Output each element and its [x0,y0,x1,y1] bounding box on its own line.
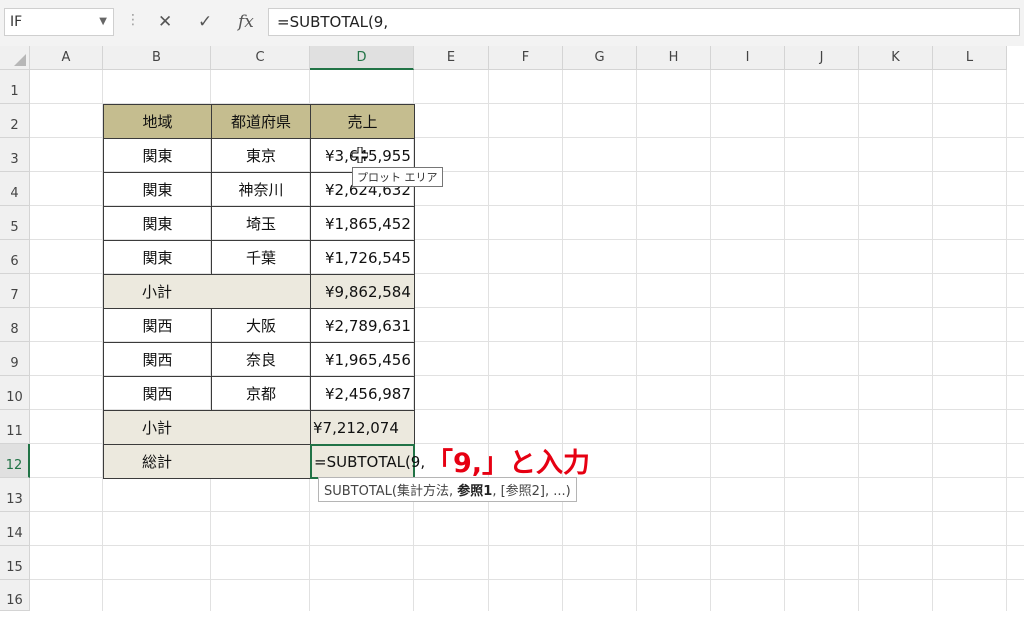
table-header-2[interactable]: 都道府県 [211,104,311,139]
column-header-j[interactable]: J [785,46,859,70]
formula-buttons: ✕ ✓ fx [146,8,264,36]
row-header-6[interactable]: 6 [0,240,30,274]
table-header-3[interactable]: 売上 [310,104,415,139]
prefecture-cell[interactable]: 大阪 [211,308,311,343]
region-cell[interactable]: 関東 [103,138,212,173]
sales-cell[interactable]: ¥1,865,452 [310,206,415,241]
region-cell[interactable]: 関西 [103,342,212,377]
subtotal-label[interactable]: 小計 [103,274,311,309]
hint-prefix: SUBTOTAL(集計方法, [324,484,458,499]
column-header-h[interactable]: H [637,46,711,70]
insert-function-icon[interactable]: fx [238,8,254,36]
row-header-10[interactable]: 10 [0,376,30,410]
sales-cell[interactable]: ¥2,456,987 [310,376,415,411]
grid-row-line [30,511,1024,512]
column-header-e[interactable]: E [414,46,489,70]
row-header-12[interactable]: 12 [0,444,30,478]
prefecture-cell[interactable]: 奈良 [211,342,311,377]
subtotal-label[interactable]: 総計 [103,444,311,479]
chart-element-tooltip: プロット エリア [352,167,443,187]
row-header-5[interactable]: 5 [0,206,30,240]
function-argument-hint[interactable]: SUBTOTAL(集計方法, 参照1, [参照2], ...) [318,477,577,502]
name-box[interactable]: IF ▼ [4,8,114,36]
region-cell[interactable]: 関西 [103,308,212,343]
column-header-l[interactable]: L [933,46,1007,70]
prefecture-cell[interactable]: 埼玉 [211,206,311,241]
row-header-2[interactable]: 2 [0,104,30,138]
table-header-1[interactable]: 地域 [103,104,212,139]
prefecture-cell[interactable]: 千葉 [211,240,311,275]
row-header-16[interactable]: 16 [0,580,30,611]
grid-row-line [30,579,1024,580]
column-header-c[interactable]: C [211,46,310,70]
column-header-k[interactable]: K [859,46,933,70]
column-header-a[interactable]: A [30,46,103,70]
column-header-b[interactable]: B [103,46,211,70]
row-header-15[interactable]: 15 [0,546,30,580]
column-header-d[interactable]: D [310,46,414,70]
crosshair-cursor-icon [352,147,368,163]
active-cell-d12[interactable]: =SUBTOTAL(9, [310,444,425,479]
chevron-down-icon[interactable]: ▼ [99,9,107,35]
row-header-1[interactable]: 1 [0,70,30,104]
prefecture-cell[interactable]: 神奈川 [211,172,311,207]
grid-row-line [30,545,1024,546]
row-header-13[interactable]: 13 [0,478,30,512]
region-cell[interactable]: 関東 [103,172,212,207]
subtotal-label[interactable]: 小計 [103,410,311,445]
prefecture-cell[interactable]: 東京 [211,138,311,173]
select-all-corner[interactable] [0,46,30,70]
row-header-4[interactable]: 4 [0,172,30,206]
row-header-14[interactable]: 14 [0,512,30,546]
region-cell[interactable]: 関東 [103,206,212,241]
subtotal-value[interactable]: ¥7,212,074 [310,410,415,445]
sales-cell[interactable]: ¥2,789,631 [310,308,415,343]
annotation-text: 「9,」と入力 [426,448,591,479]
formula-input[interactable]: =SUBTOTAL(9, [268,8,1020,36]
grip-icon: ⋮ [126,12,140,28]
cancel-icon[interactable]: ✕ [158,8,172,36]
cell-formula-text: =SUBTOTAL(9, [314,452,426,471]
column-header-g[interactable]: G [563,46,637,70]
row-header-8[interactable]: 8 [0,308,30,342]
row-header-3[interactable]: 3 [0,138,30,172]
sales-cell[interactable]: ¥1,965,456 [310,342,415,377]
formula-bar: IF ▼ ⋮ ✕ ✓ fx =SUBTOTAL(9, [0,0,1024,46]
row-header-11[interactable]: 11 [0,410,30,444]
column-header-i[interactable]: I [711,46,785,70]
hint-suffix: , [参照2], ...) [492,484,571,499]
subtotal-value[interactable]: ¥9,862,584 [310,274,415,309]
row-header-7[interactable]: 7 [0,274,30,308]
region-cell[interactable]: 関西 [103,376,212,411]
hint-current-arg: 参照1 [457,484,493,499]
row-header-9[interactable]: 9 [0,342,30,376]
prefecture-cell[interactable]: 京都 [211,376,311,411]
column-header-f[interactable]: F [489,46,563,70]
region-cell[interactable]: 関東 [103,240,212,275]
enter-icon[interactable]: ✓ [198,8,212,36]
name-box-value: IF [10,14,23,30]
sales-cell[interactable]: ¥1,726,545 [310,240,415,275]
